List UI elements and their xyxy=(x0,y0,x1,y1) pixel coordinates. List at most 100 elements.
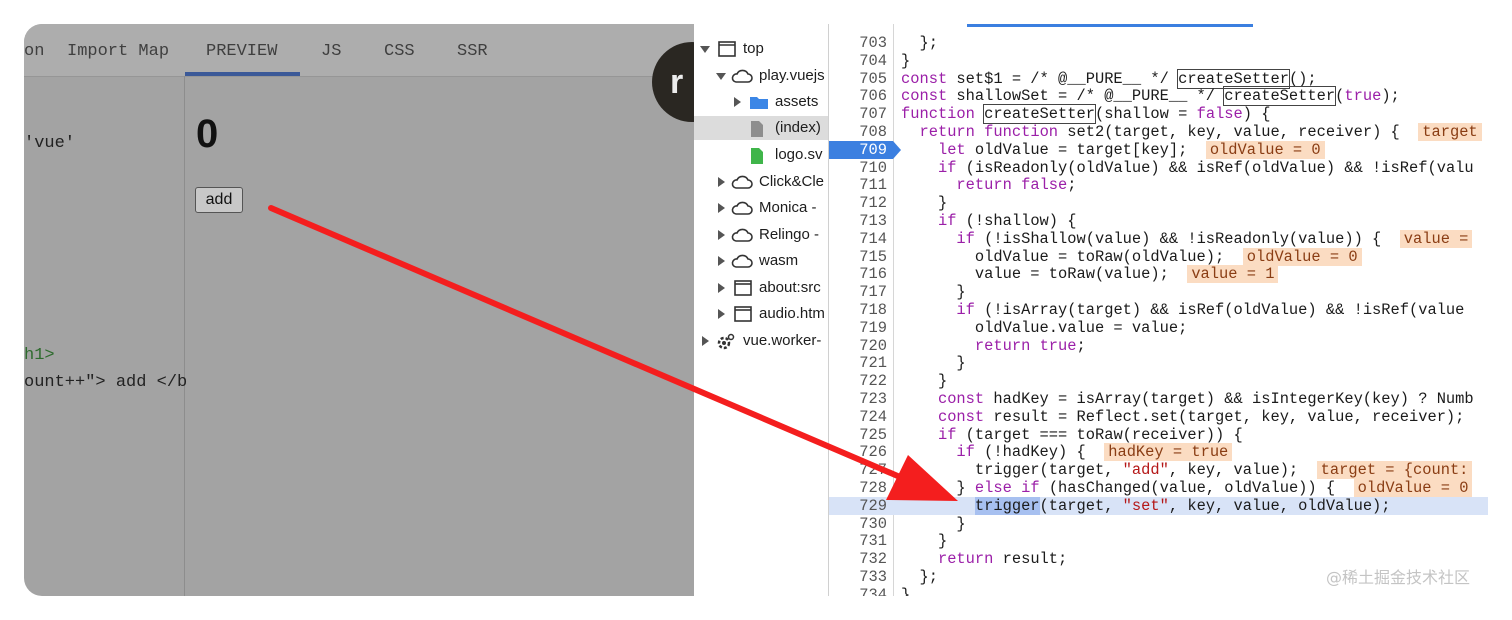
line-number[interactable]: 724 xyxy=(829,408,887,426)
code-line: 718 if (!isArray(target) && isRef(oldVal… xyxy=(829,301,1488,319)
chevron-right-icon[interactable] xyxy=(718,230,725,240)
active-tab-indicator xyxy=(185,72,300,76)
line-number[interactable]: 714 xyxy=(829,230,887,248)
line-number[interactable]: 717 xyxy=(829,283,887,301)
tree-item-label: assets xyxy=(775,93,819,110)
chevron-right-icon[interactable] xyxy=(718,283,725,293)
line-number[interactable]: 707 xyxy=(829,105,887,123)
editor-line: h1> xyxy=(24,346,55,365)
tree-item-monica[interactable]: Monica - xyxy=(694,196,828,220)
tab-css[interactable]: CSS xyxy=(384,42,415,61)
frame-icon xyxy=(734,280,752,300)
code-text: } xyxy=(901,194,948,213)
code-text: const hadKey = isArray(target) && isInte… xyxy=(937,390,1474,408)
line-number[interactable]: 705 xyxy=(829,70,887,88)
tree-item-top[interactable]: top xyxy=(694,37,828,61)
chevron-down-icon[interactable] xyxy=(716,73,726,80)
line-number[interactable]: 713 xyxy=(829,212,887,230)
tree-item-label: wasm xyxy=(759,252,799,269)
line-number[interactable]: 726 xyxy=(829,443,887,461)
chevron-right-icon[interactable] xyxy=(702,336,709,346)
tree-item-logo[interactable]: logo.sv xyxy=(694,143,828,167)
inline-value: oldValue = 0 xyxy=(1242,247,1362,266)
line-number[interactable]: 728 xyxy=(829,479,887,497)
tree-item-about-srcdoc[interactable]: about:src xyxy=(694,276,828,300)
chevron-right-icon[interactable] xyxy=(718,309,725,319)
inline-value: value = 1 xyxy=(1187,265,1279,284)
code-text: } xyxy=(901,283,966,302)
line-number[interactable]: 730 xyxy=(829,515,887,533)
tree-item-clickclean[interactable]: Click&Cle xyxy=(694,170,828,194)
chevron-right-icon[interactable] xyxy=(718,256,725,266)
code-text: if (!isShallow(value) && !isReadonly(val… xyxy=(901,229,1473,248)
tab-preview[interactable]: PREVIEW xyxy=(206,42,277,61)
line-number[interactable]: 732 xyxy=(829,550,887,568)
line-number[interactable]: 708 xyxy=(829,123,887,141)
preview-count: 0 xyxy=(196,112,219,156)
tree-item-relingo[interactable]: Relingo - xyxy=(694,223,828,247)
tree-item-label: top xyxy=(743,40,764,57)
cloud-icon xyxy=(731,227,753,247)
tree-item-assets[interactable]: assets xyxy=(694,90,828,114)
code-text: } xyxy=(901,585,911,596)
line-number[interactable]: 722 xyxy=(829,372,887,390)
line-number[interactable]: 711 xyxy=(829,176,887,194)
tree-item-wasm[interactable]: wasm xyxy=(694,249,828,273)
line-number[interactable]: 704 xyxy=(829,52,887,70)
tree-item-audio[interactable]: audio.htm xyxy=(694,302,828,326)
line-number[interactable]: 723 xyxy=(829,390,887,408)
editor-preview-splitter[interactable] xyxy=(184,76,185,596)
tree-item-index[interactable]: (index) xyxy=(694,116,828,140)
line-number[interactable]: 720 xyxy=(829,337,887,355)
code-text: } xyxy=(901,514,966,533)
line-number[interactable]: 712 xyxy=(829,194,887,212)
playground-tab-bar: on Import Map PREVIEW JS CSS SSR xyxy=(24,24,694,77)
tab-ssr[interactable]: SSR xyxy=(457,42,488,61)
code-text: if (!shallow) { xyxy=(937,212,1077,230)
line-number[interactable]: 706 xyxy=(829,87,887,105)
chevron-right-icon[interactable] xyxy=(734,97,741,107)
code-line: 724 const result = Reflect.set(target, k… xyxy=(829,408,1488,426)
line-number[interactable]: 716 xyxy=(829,265,887,283)
watermark: @稀土掘金技术社区 xyxy=(1325,568,1470,587)
chevron-right-icon[interactable] xyxy=(718,203,725,213)
line-number[interactable]: 733 xyxy=(829,568,887,586)
line-number[interactable]: 710 xyxy=(829,159,887,177)
chevron-down-icon[interactable] xyxy=(700,46,710,53)
cloud-icon xyxy=(731,253,753,273)
tree-item-label: (index) xyxy=(775,119,821,136)
line-number[interactable]: 719 xyxy=(829,319,887,337)
tab-import-map[interactable]: Import Map xyxy=(67,42,169,61)
line-number[interactable]: 703 xyxy=(829,34,887,52)
line-number[interactable]: 727 xyxy=(829,461,887,479)
code-line: 709 let oldValue = target[key]; oldValue… xyxy=(829,140,1488,159)
code-text: if (!hadKey) { hadKey = true xyxy=(901,443,1233,462)
inline-value: target = {count: xyxy=(1316,461,1473,480)
line-number[interactable]: 731 xyxy=(829,532,887,550)
code-text: }; xyxy=(901,34,938,52)
line-number[interactable]: 729 xyxy=(829,497,887,515)
code-text: return false; xyxy=(956,176,1077,195)
code-text: }; xyxy=(901,568,938,586)
line-number[interactable]: 718 xyxy=(829,301,887,319)
code-line: 719 oldValue.value = value; xyxy=(829,319,1488,337)
add-button[interactable]: add xyxy=(195,187,243,213)
tree-item-label: vue.worker- xyxy=(743,332,822,349)
code-text: trigger(target, "add", key, value); targ… xyxy=(901,461,1473,480)
code-text: oldValue.value = value; xyxy=(901,318,1188,337)
code-text: } else if (hasChanged(value, oldValue)) … xyxy=(901,479,1473,497)
frame-icon xyxy=(734,306,752,326)
tab-truncated[interactable]: on xyxy=(24,42,44,61)
line-number[interactable]: 709 xyxy=(829,141,887,159)
line-number[interactable]: 721 xyxy=(829,354,887,372)
line-number[interactable]: 715 xyxy=(829,248,887,266)
line-number[interactable]: 725 xyxy=(829,426,887,444)
editor-line: ount++"> add </b xyxy=(24,373,188,392)
cloud-icon xyxy=(731,200,753,220)
tab-js[interactable]: JS xyxy=(321,42,341,61)
tree-item-play-vuejs[interactable]: play.vuejs xyxy=(694,64,828,88)
code-line: 717 } xyxy=(829,283,1488,301)
tree-item-vue-worker[interactable]: vue.worker- xyxy=(694,329,828,353)
line-number[interactable]: 734 xyxy=(829,586,887,596)
chevron-right-icon[interactable] xyxy=(718,177,725,187)
